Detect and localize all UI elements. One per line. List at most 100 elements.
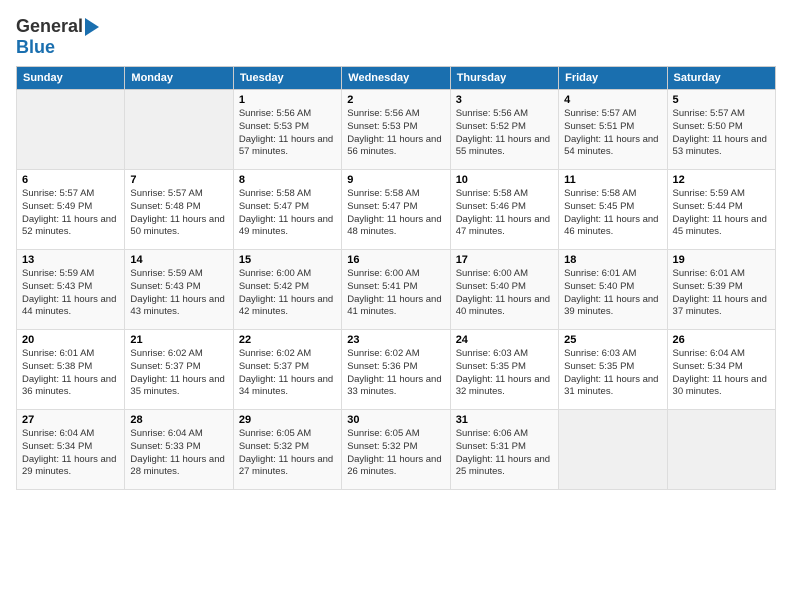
day-number: 13 bbox=[22, 254, 119, 266]
calendar-cell: 10 Sunrise: 5:58 AM Sunset: 5:46 PM Dayli… bbox=[450, 170, 558, 250]
day-number: 16 bbox=[347, 254, 444, 266]
day-number: 10 bbox=[456, 174, 553, 186]
day-info: Sunrise: 6:00 AM Sunset: 5:41 PM Dayligh… bbox=[347, 268, 444, 319]
calendar-cell: 11 Sunrise: 5:58 AM Sunset: 5:45 PM Dayli… bbox=[559, 170, 667, 250]
day-info: Sunrise: 5:57 AM Sunset: 5:48 PM Dayligh… bbox=[130, 188, 227, 239]
calendar-cell: 30 Sunrise: 6:05 AM Sunset: 5:32 PM Dayli… bbox=[342, 410, 450, 490]
calendar-cell: 14 Sunrise: 5:59 AM Sunset: 5:43 PM Dayli… bbox=[125, 250, 233, 330]
calendar-cell: 19Sunrise: 6:01 AM Sunset: 5:39 PM Dayli… bbox=[667, 250, 775, 330]
calendar-cell: 4Sunrise: 5:57 AM Sunset: 5:51 PM Daylig… bbox=[559, 90, 667, 170]
calendar-week-3: 13 Sunrise: 5:59 AM Sunset: 5:43 PM Dayli… bbox=[17, 250, 776, 330]
day-number: 30 bbox=[347, 414, 444, 426]
day-info: Sunrise: 5:57 AM Sunset: 5:50 PM Dayligh… bbox=[673, 108, 770, 159]
day-number: 31 bbox=[456, 414, 553, 426]
day-info: Sunrise: 6:02 AM Sunset: 5:37 PM Dayligh… bbox=[130, 348, 227, 399]
calendar-cell: 22Sunrise: 6:02 AM Sunset: 5:37 PM Dayli… bbox=[233, 330, 341, 410]
day-number: 24 bbox=[456, 334, 553, 346]
day-info: Sunrise: 6:03 AM Sunset: 5:35 PM Dayligh… bbox=[456, 348, 553, 399]
calendar-cell: 24 Sunrise: 6:03 AM Sunset: 5:35 PM Dayli… bbox=[450, 330, 558, 410]
day-info: Sunrise: 5:57 AM Sunset: 5:49 PM Dayligh… bbox=[22, 188, 119, 239]
day-number: 21 bbox=[130, 334, 227, 346]
calendar-header-row: SundayMondayTuesdayWednesdayThursdayFrid… bbox=[17, 67, 776, 90]
calendar-cell: 2 Sunrise: 5:56 AM Sunset: 5:53 PM Daylig… bbox=[342, 90, 450, 170]
day-info: Sunrise: 6:05 AM Sunset: 5:32 PM Dayligh… bbox=[347, 428, 444, 479]
day-info: Sunrise: 5:59 AM Sunset: 5:43 PM Dayligh… bbox=[130, 268, 227, 319]
header-monday: Monday bbox=[125, 67, 233, 90]
header-friday: Friday bbox=[559, 67, 667, 90]
header-saturday: Saturday bbox=[667, 67, 775, 90]
day-number: 29 bbox=[239, 414, 336, 426]
calendar-cell: 13 Sunrise: 5:59 AM Sunset: 5:43 PM Dayli… bbox=[17, 250, 125, 330]
day-info: Sunrise: 5:58 AM Sunset: 5:45 PM Dayligh… bbox=[564, 188, 661, 239]
day-number: 17 bbox=[456, 254, 553, 266]
day-number: 20 bbox=[22, 334, 119, 346]
day-number: 3 bbox=[456, 94, 553, 106]
calendar-cell: 1 Sunrise: 5:56 AM Sunset: 5:53 PM Daylig… bbox=[233, 90, 341, 170]
calendar-cell: 31 Sunrise: 6:06 AM Sunset: 5:31 PM Dayli… bbox=[450, 410, 558, 490]
day-info: Sunrise: 6:00 AM Sunset: 5:42 PM Dayligh… bbox=[239, 268, 336, 319]
calendar-cell: 28 Sunrise: 6:04 AM Sunset: 5:33 PM Dayli… bbox=[125, 410, 233, 490]
day-info: Sunrise: 6:06 AM Sunset: 5:31 PM Dayligh… bbox=[456, 428, 553, 479]
header-wednesday: Wednesday bbox=[342, 67, 450, 90]
calendar-cell: 12 Sunrise: 5:59 AM Sunset: 5:44 PM Dayli… bbox=[667, 170, 775, 250]
day-number: 12 bbox=[673, 174, 770, 186]
day-info: Sunrise: 6:01 AM Sunset: 5:39 PM Dayligh… bbox=[673, 268, 770, 319]
day-number: 28 bbox=[130, 414, 227, 426]
day-number: 8 bbox=[239, 174, 336, 186]
calendar-cell bbox=[125, 90, 233, 170]
calendar-table: SundayMondayTuesdayWednesdayThursdayFrid… bbox=[16, 66, 776, 490]
day-number: 5 bbox=[673, 94, 770, 106]
day-info: Sunrise: 5:59 AM Sunset: 5:44 PM Dayligh… bbox=[673, 188, 770, 239]
logo-arrow-icon bbox=[85, 18, 99, 36]
day-number: 23 bbox=[347, 334, 444, 346]
logo: General Blue bbox=[16, 16, 101, 58]
calendar-week-4: 20Sunrise: 6:01 AM Sunset: 5:38 PM Dayli… bbox=[17, 330, 776, 410]
calendar-cell: 20Sunrise: 6:01 AM Sunset: 5:38 PM Dayli… bbox=[17, 330, 125, 410]
day-number: 14 bbox=[130, 254, 227, 266]
calendar-cell: 29 Sunrise: 6:05 AM Sunset: 5:32 PM Dayli… bbox=[233, 410, 341, 490]
day-number: 18 bbox=[564, 254, 661, 266]
day-info: Sunrise: 5:56 AM Sunset: 5:53 PM Dayligh… bbox=[239, 108, 336, 159]
calendar-week-1: 1 Sunrise: 5:56 AM Sunset: 5:53 PM Daylig… bbox=[17, 90, 776, 170]
day-number: 7 bbox=[130, 174, 227, 186]
day-number: 26 bbox=[673, 334, 770, 346]
calendar-cell bbox=[17, 90, 125, 170]
day-info: Sunrise: 5:59 AM Sunset: 5:43 PM Dayligh… bbox=[22, 268, 119, 319]
logo-general: General bbox=[16, 16, 83, 37]
day-info: Sunrise: 6:00 AM Sunset: 5:40 PM Dayligh… bbox=[456, 268, 553, 319]
calendar-cell: 16 Sunrise: 6:00 AM Sunset: 5:41 PM Dayli… bbox=[342, 250, 450, 330]
page-header: General Blue bbox=[16, 16, 776, 58]
day-info: Sunrise: 6:03 AM Sunset: 5:35 PM Dayligh… bbox=[564, 348, 661, 399]
day-number: 22 bbox=[239, 334, 336, 346]
day-info: Sunrise: 5:57 AM Sunset: 5:51 PM Dayligh… bbox=[564, 108, 661, 159]
day-info: Sunrise: 5:58 AM Sunset: 5:47 PM Dayligh… bbox=[239, 188, 336, 239]
calendar-cell: 8 Sunrise: 5:58 AM Sunset: 5:47 PM Daylig… bbox=[233, 170, 341, 250]
calendar-cell: 18 Sunrise: 6:01 AM Sunset: 5:40 PM Dayli… bbox=[559, 250, 667, 330]
day-info: Sunrise: 6:04 AM Sunset: 5:34 PM Dayligh… bbox=[673, 348, 770, 399]
calendar-week-2: 6 Sunrise: 5:57 AM Sunset: 5:49 PM Daylig… bbox=[17, 170, 776, 250]
day-number: 6 bbox=[22, 174, 119, 186]
day-info: Sunrise: 6:01 AM Sunset: 5:40 PM Dayligh… bbox=[564, 268, 661, 319]
day-info: Sunrise: 5:58 AM Sunset: 5:46 PM Dayligh… bbox=[456, 188, 553, 239]
calendar-week-5: 27Sunrise: 6:04 AM Sunset: 5:34 PM Dayli… bbox=[17, 410, 776, 490]
calendar-cell: 27Sunrise: 6:04 AM Sunset: 5:34 PM Dayli… bbox=[17, 410, 125, 490]
header-sunday: Sunday bbox=[17, 67, 125, 90]
header-tuesday: Tuesday bbox=[233, 67, 341, 90]
calendar-cell: 21 Sunrise: 6:02 AM Sunset: 5:37 PM Dayli… bbox=[125, 330, 233, 410]
calendar-cell: 7 Sunrise: 5:57 AM Sunset: 5:48 PM Daylig… bbox=[125, 170, 233, 250]
day-number: 1 bbox=[239, 94, 336, 106]
calendar-cell: 5 Sunrise: 5:57 AM Sunset: 5:50 PM Daylig… bbox=[667, 90, 775, 170]
calendar-cell bbox=[559, 410, 667, 490]
calendar-cell: 25Sunrise: 6:03 AM Sunset: 5:35 PM Dayli… bbox=[559, 330, 667, 410]
day-info: Sunrise: 6:02 AM Sunset: 5:36 PM Dayligh… bbox=[347, 348, 444, 399]
calendar-cell: 6 Sunrise: 5:57 AM Sunset: 5:49 PM Daylig… bbox=[17, 170, 125, 250]
calendar-cell: 15 Sunrise: 6:00 AM Sunset: 5:42 PM Dayli… bbox=[233, 250, 341, 330]
day-info: Sunrise: 6:04 AM Sunset: 5:33 PM Dayligh… bbox=[130, 428, 227, 479]
day-info: Sunrise: 6:05 AM Sunset: 5:32 PM Dayligh… bbox=[239, 428, 336, 479]
header-thursday: Thursday bbox=[450, 67, 558, 90]
day-number: 2 bbox=[347, 94, 444, 106]
day-number: 11 bbox=[564, 174, 661, 186]
calendar-cell: 17 Sunrise: 6:00 AM Sunset: 5:40 PM Dayli… bbox=[450, 250, 558, 330]
day-number: 15 bbox=[239, 254, 336, 266]
day-info: Sunrise: 5:56 AM Sunset: 5:53 PM Dayligh… bbox=[347, 108, 444, 159]
